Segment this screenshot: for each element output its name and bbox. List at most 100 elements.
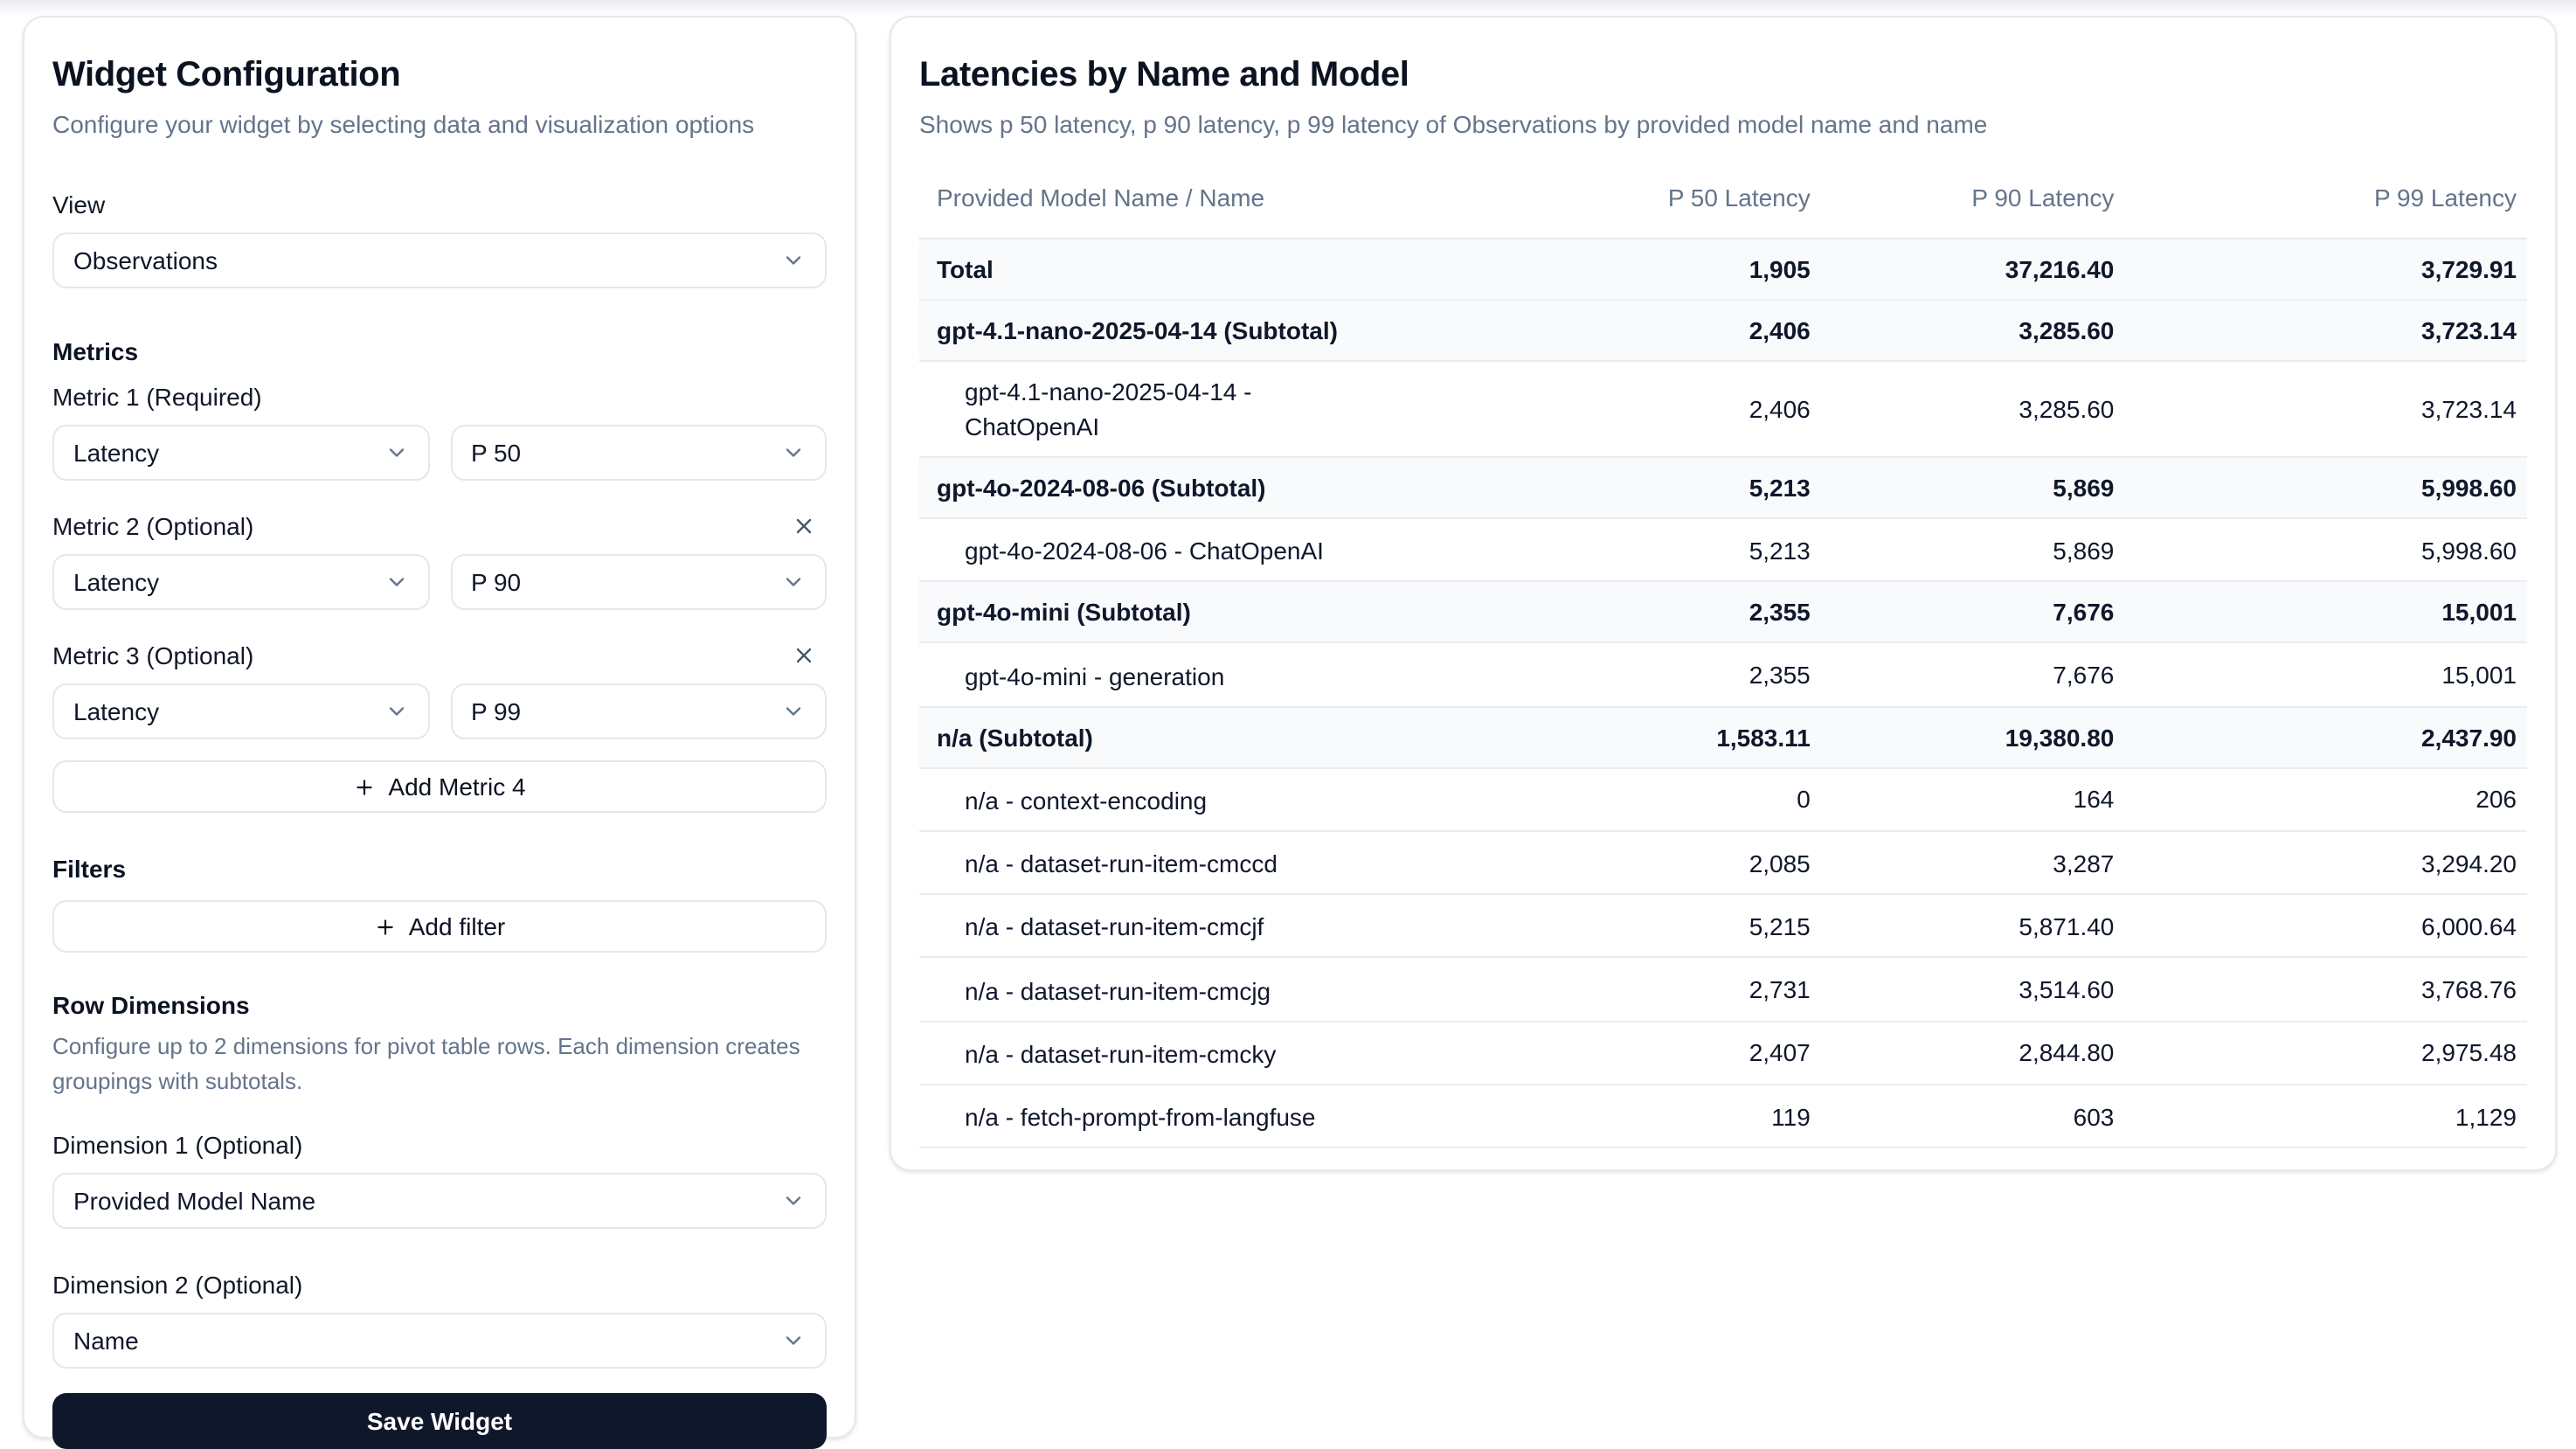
column-header-p99: P 99 Latency: [2128, 180, 2527, 239]
row-name: n/a (Subtotal): [937, 723, 1093, 751]
metric-aggregation-value: P 50: [471, 439, 521, 467]
top-edge-fade: [0, 0, 2576, 17]
metric-aggregation-select[interactable]: P 50: [450, 425, 827, 481]
table-row: n/a - dataset-run-item-cmcjf 5,215 5,871…: [919, 894, 2527, 958]
row-p90-value: 7,676: [1825, 582, 2129, 643]
row-name: gpt-4.1-nano-2025-04-14 (Subtotal): [937, 316, 1338, 344]
add-metric-button[interactable]: Add Metric 4: [52, 760, 827, 813]
row-dimensions-description: Configure up to 2 dimensions for pivot t…: [52, 1030, 804, 1099]
row-name: n/a - dataset-run-item-cmcky: [965, 1036, 1276, 1071]
add-filter-button[interactable]: Add filter: [52, 900, 827, 953]
filters-section-label: Filters: [52, 851, 827, 886]
table-header-row: Provided Model Name / Name P 50 Latency …: [919, 180, 2527, 239]
row-p50-value: 2,406: [1654, 300, 1825, 361]
row-name: Total: [937, 255, 994, 283]
metric-label: Metric 3 (Optional): [52, 638, 253, 673]
row-p50-value: 2,731: [1654, 958, 1825, 1022]
table-row: gpt-4o-2024-08-06 - ChatOpenAI 5,213 5,8…: [919, 518, 2527, 582]
column-header-name: Provided Model Name / Name: [919, 180, 1654, 239]
view-label: View: [52, 187, 827, 222]
row-name: gpt-4.1-nano-2025-04-14 - ChatOpenAI: [965, 374, 1340, 444]
row-p50-value: 1,583.11: [1654, 706, 1825, 767]
dimension2-select-value: Name: [73, 1327, 139, 1355]
row-p99-value: 3,294.20: [2128, 831, 2527, 895]
x-icon: [792, 514, 816, 538]
metric-label: Metric 1 (Required): [52, 379, 262, 414]
chevron-down-icon: [781, 440, 806, 465]
table-row: n/a - dataset-run-item-cmccd 2,085 3,287…: [919, 831, 2527, 895]
row-p50-value: 2,085: [1654, 831, 1825, 895]
table-row: n/a - dataset-run-item-cmcjg 2,731 3,514…: [919, 958, 2527, 1022]
table-title: Latencies by Name and Model: [919, 52, 2527, 98]
row-p90-value: 2,844.80: [1825, 1022, 2129, 1085]
metric-measure-select[interactable]: Latency: [52, 425, 429, 481]
metric-aggregation-select[interactable]: P 90: [450, 554, 827, 610]
add-filter-label: Add filter: [409, 912, 506, 940]
table-row: gpt-4.1-nano-2025-04-14 - ChatOpenAI 2,4…: [919, 361, 2527, 457]
dimension1-label: Dimension 1 (Optional): [52, 1127, 827, 1162]
table-row: gpt-4o-2024-08-06 (Subtotal) 5,213 5,869…: [919, 457, 2527, 518]
row-name: gpt-4o-mini - generation: [965, 658, 1224, 693]
latency-table-panel: Latencies by Name and Model Shows p 50 l…: [890, 16, 2557, 1172]
row-p90-value: 5,871.40: [1825, 894, 2129, 958]
chevron-down-icon: [781, 570, 806, 594]
row-p99-value: 5,998.60: [2128, 457, 2527, 518]
metric-measure-select[interactable]: Latency: [52, 683, 429, 739]
row-p99-value: 15,001: [2128, 582, 2527, 643]
row-name: n/a - dataset-run-item-cmcjg: [965, 974, 1271, 1009]
row-p90-value: 3,285.60: [1825, 361, 2129, 457]
row-p90-value: 3,285.60: [1825, 300, 2129, 361]
view-select[interactable]: Observations: [52, 232, 827, 288]
table-row: n/a - dataset-run-item-cmcky 2,407 2,844…: [919, 1022, 2527, 1085]
app-viewport: Widget Configuration Configure your widg…: [0, 0, 2576, 1449]
save-widget-button[interactable]: Save Widget: [52, 1393, 827, 1449]
row-name: gpt-4o-2024-08-06 (Subtotal): [937, 474, 1266, 502]
row-p90-value: 3,514.60: [1825, 958, 2129, 1022]
row-p50-value: 5,213: [1654, 457, 1825, 518]
metric-aggregation-select[interactable]: P 99: [450, 683, 827, 739]
panel-subtitle: Configure your widget by selecting data …: [52, 107, 827, 142]
remove-metric-button[interactable]: [792, 643, 816, 668]
latency-pivot-table: Provided Model Name / Name P 50 Latency …: [919, 180, 2527, 1149]
row-name: gpt-4o-mini (Subtotal): [937, 599, 1191, 627]
table-row: Total 1,905 37,216.40 3,729.91: [919, 239, 2527, 300]
dimension2-select[interactable]: Name: [52, 1313, 827, 1369]
x-icon: [792, 643, 816, 668]
metric-aggregation-value: P 90: [471, 568, 521, 596]
chevron-down-icon: [781, 1189, 806, 1213]
plus-icon: [374, 915, 397, 938]
metric-group: Metric 3 (Optional) Latency P 99: [52, 638, 827, 739]
dimension1-select[interactable]: Provided Model Name: [52, 1173, 827, 1229]
row-name: gpt-4o-2024-08-06 - ChatOpenAI: [965, 534, 1324, 569]
row-p99-value: 1,129: [2128, 1085, 2527, 1148]
dimension1-select-value: Provided Model Name: [73, 1187, 315, 1215]
row-p90-value: 164: [1825, 767, 2129, 831]
page-title: Widget Configuration: [52, 52, 827, 98]
table-row: n/a (Subtotal) 1,583.11 19,380.80 2,437.…: [919, 706, 2527, 767]
view-select-value: Observations: [73, 246, 218, 274]
row-p50-value: 2,406: [1654, 361, 1825, 457]
chevron-down-icon: [384, 440, 408, 465]
row-p90-value: 5,869: [1825, 457, 2129, 518]
row-p99-value: 15,001: [2128, 643, 2527, 707]
row-p50-value: 2,355: [1654, 582, 1825, 643]
metric-measure-value: Latency: [73, 568, 159, 596]
metric-measure-select[interactable]: Latency: [52, 554, 429, 610]
row-p50-value: 2,407: [1654, 1022, 1825, 1085]
metric-aggregation-value: P 99: [471, 697, 521, 725]
column-header-p50: P 50 Latency: [1654, 180, 1825, 239]
row-p90-value: 5,869: [1825, 518, 2129, 582]
remove-metric-button[interactable]: [792, 514, 816, 538]
row-p50-value: 0: [1654, 767, 1825, 831]
metric-label: Metric 2 (Optional): [52, 509, 253, 544]
row-p90-value: 7,676: [1825, 643, 2129, 707]
table-row: n/a - context-encoding 0 164 206: [919, 767, 2527, 831]
row-p50-value: 5,213: [1654, 518, 1825, 582]
row-p50-value: 119: [1654, 1085, 1825, 1148]
row-p50-value: 5,215: [1654, 894, 1825, 958]
row-p99-value: 3,723.14: [2128, 361, 2527, 457]
row-name: n/a - fetch-prompt-from-langfuse: [965, 1100, 1316, 1135]
chevron-down-icon: [384, 570, 408, 594]
chevron-down-icon: [781, 699, 806, 724]
chevron-down-icon: [781, 1328, 806, 1353]
